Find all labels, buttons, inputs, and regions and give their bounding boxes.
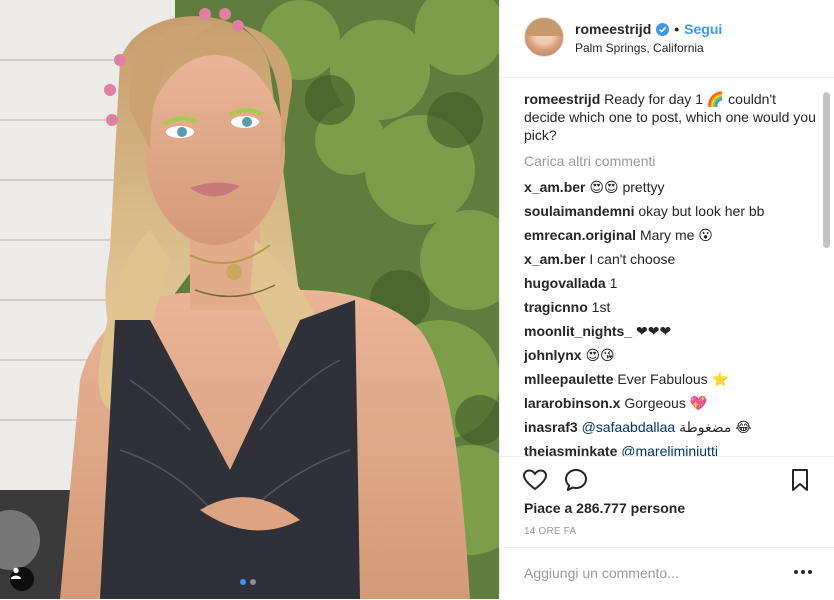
caption: romeestrijd Ready for day 1 🌈 couldn't d…: [524, 90, 818, 144]
comment-username[interactable]: lararobinson.x: [524, 395, 620, 411]
carousel-dot-2: [250, 579, 256, 585]
list-item: x_am.ber 😍😍 prettyy: [524, 178, 818, 196]
list-item: mlleepaulette Ever Fabulous ⭐: [524, 370, 818, 388]
post-panel: romeestrijd • Segui Palm Springs, Califo…: [499, 0, 834, 599]
comment-username[interactable]: hugovallada: [524, 275, 606, 291]
action-bar: [500, 456, 834, 505]
comment-username[interactable]: inasraf3: [524, 419, 578, 435]
carousel-dot-1: [240, 579, 246, 585]
comment-text: 😍😘: [585, 347, 615, 363]
list-item: thejasminkate @mareliminiutti: [524, 442, 818, 456]
list-item: johnlynx 😍😘: [524, 346, 818, 364]
comment-text: Mary me 😮: [639, 227, 713, 243]
bookmark-icon[interactable]: [787, 467, 813, 493]
post-photo[interactable]: [0, 0, 499, 599]
comment-username[interactable]: x_am.ber: [524, 179, 585, 195]
header-separator: •: [674, 21, 680, 37]
avatar[interactable]: [524, 17, 564, 57]
comment-text: Gorgeous 💖: [624, 395, 708, 411]
comments-scrollbar[interactable]: [823, 92, 830, 248]
heart-icon[interactable]: [522, 467, 548, 493]
tagged-users-button[interactable]: [10, 567, 34, 591]
comment-username[interactable]: mlleepaulette: [524, 371, 613, 387]
list-item: soulaimandemni okay but look her bb: [524, 202, 818, 220]
list-item: lararobinson.x Gorgeous 💖: [524, 394, 818, 412]
comment-mention[interactable]: @safaabdallaa: [582, 419, 676, 435]
comment-username[interactable]: soulaimandemni: [524, 203, 634, 219]
comment-username[interactable]: tragicnno: [524, 299, 588, 315]
comment-text: 1: [609, 275, 618, 291]
person-icon: [11, 567, 21, 579]
carousel-indicator: [240, 579, 256, 585]
comment-text: I can't choose: [589, 251, 676, 267]
header-username[interactable]: romeestrijd: [575, 21, 651, 37]
more-options-icon[interactable]: [794, 562, 814, 582]
comment-text: مضغوطة 😂: [679, 419, 752, 435]
comment-text: 😍😍 prettyy: [589, 179, 665, 195]
comment-text: ❤❤❤: [636, 323, 672, 339]
comment-input[interactable]: [524, 561, 784, 585]
load-more-comments-button[interactable]: Carica altri commenti: [524, 152, 818, 170]
list-item: emrecan.original Mary me 😮: [524, 226, 818, 244]
add-comment-row: [500, 547, 834, 600]
list-item: moonlit_nights_ ❤❤❤: [524, 322, 818, 340]
comment-icon[interactable]: [563, 467, 589, 493]
photo-illustration: [0, 0, 499, 599]
list-item: x_am.ber I can't choose: [524, 250, 818, 268]
comment-username[interactable]: emrecan.original: [524, 227, 636, 243]
verified-badge-icon: [656, 22, 670, 36]
list-item: inasraf3 @safaabdallaa مضغوطة 😂: [524, 418, 818, 436]
comment-username[interactable]: moonlit_nights_: [524, 323, 632, 339]
header-user-line: romeestrijd • Segui: [575, 21, 722, 37]
post-header: romeestrijd • Segui Palm Springs, Califo…: [500, 0, 834, 78]
likes-count[interactable]: Piace a 286.777 persone: [524, 500, 685, 516]
comment-username[interactable]: x_am.ber: [524, 251, 585, 267]
post-timestamp[interactable]: 14 ORE FA: [524, 526, 576, 537]
comment-text: Ever Fabulous ⭐: [617, 371, 729, 387]
header-location[interactable]: Palm Springs, California: [575, 41, 704, 55]
comment-username[interactable]: thejasminkate: [524, 443, 617, 456]
list-item: hugovallada 1: [524, 274, 818, 292]
follow-button[interactable]: Segui: [684, 21, 722, 37]
comment-username[interactable]: johnlynx: [524, 347, 582, 363]
comment-mention[interactable]: @mareliminiutti: [621, 443, 718, 456]
comments-list[interactable]: romeestrijd Ready for day 1 🌈 couldn't d…: [524, 90, 818, 456]
comment-text: 1st: [591, 299, 611, 315]
caption-username[interactable]: romeestrijd: [524, 91, 600, 107]
comment-text: okay but look her bb: [638, 203, 765, 219]
list-item: tragicnno 1st: [524, 298, 818, 316]
